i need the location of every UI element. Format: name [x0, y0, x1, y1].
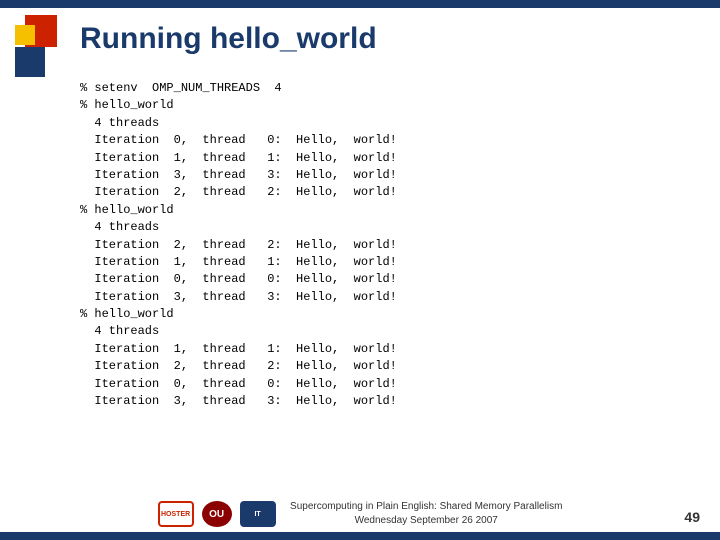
- footer-text: Supercomputing in Plain English: Shared …: [290, 500, 562, 528]
- code-block: % setenv OMP_NUM_THREADS 4 % hello_world…: [80, 80, 690, 410]
- page-title: Running hello_world: [80, 22, 377, 56]
- bottom-bar: [0, 532, 720, 540]
- it-logo: IT: [240, 501, 276, 527]
- yellow-square: [15, 25, 35, 45]
- blue-square: [15, 47, 45, 77]
- footer: HOSTER OU IT Supercomputing in Plain Eng…: [0, 500, 720, 528]
- footer-line1: Supercomputing in Plain English: Shared …: [290, 500, 562, 514]
- footer-logos: HOSTER OU IT: [158, 501, 276, 527]
- top-bar: [0, 0, 720, 8]
- main-content: % setenv OMP_NUM_THREADS 4 % hello_world…: [80, 80, 690, 460]
- ou-logo: OU: [202, 501, 232, 527]
- logo-decoration: [15, 15, 70, 70]
- page-number: 49: [684, 509, 700, 525]
- footer-line2: Wednesday September 26 2007: [290, 514, 562, 528]
- hoster-logo: HOSTER: [158, 501, 194, 527]
